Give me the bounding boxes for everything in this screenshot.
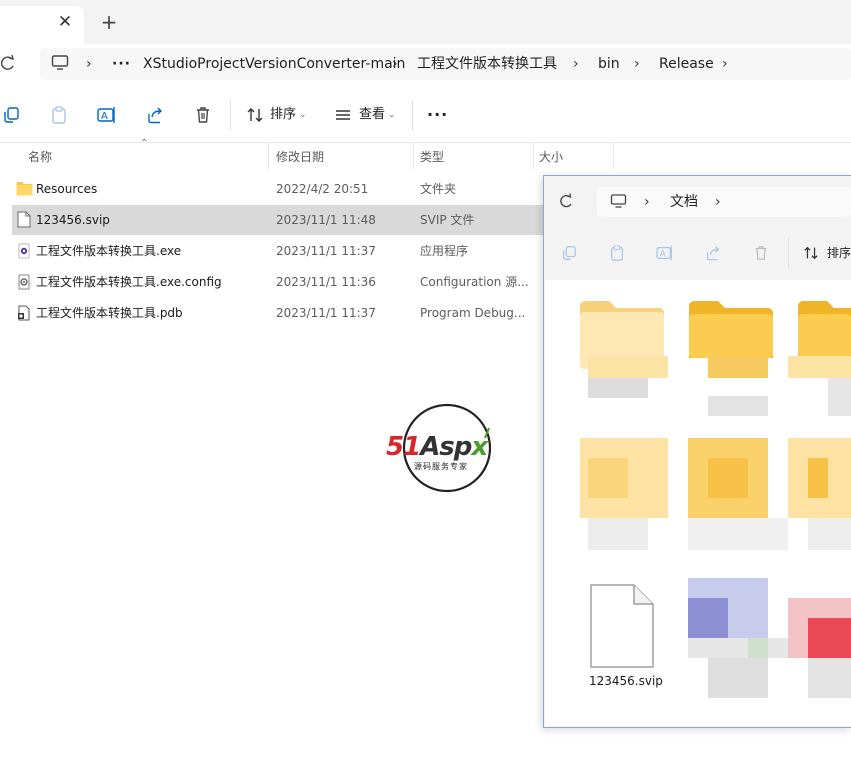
win2-delete-icon[interactable] [753, 245, 769, 265]
blurred-folder-tile [588, 458, 628, 498]
rename-icon[interactable]: A [96, 104, 118, 126]
breadcrumb-bin[interactable]: bin [598, 48, 620, 80]
win2-sort-button[interactable]: 排序 [827, 243, 851, 263]
blurred-label [588, 378, 648, 398]
file-type: 应用程序 [420, 244, 469, 258]
breadcrumb-tool-folder[interactable]: 工程文件版本转换工具 [417, 48, 557, 80]
delete-icon[interactable] [192, 104, 214, 126]
blurred-folder-tile [708, 458, 748, 498]
folder-icon[interactable] [797, 300, 851, 364]
file-type: SVIP 文件 [420, 213, 475, 227]
file-icon[interactable] [590, 584, 654, 672]
view-icon[interactable] [332, 104, 354, 126]
blurred-thumbnail [588, 356, 668, 378]
more-options-button[interactable]: ··· [427, 104, 448, 126]
sort-button[interactable]: 排序 [270, 104, 296, 126]
paste-icon[interactable] [48, 104, 70, 126]
blurred-label [708, 658, 768, 698]
file-type: Program Debug... [420, 306, 526, 320]
breadcrumb-separator[interactable]: › [86, 48, 92, 80]
view-chevron-down-icon[interactable]: ⌄ [388, 104, 396, 126]
watermark-brand: 51Aspx [386, 432, 488, 462]
blurred-label [688, 638, 788, 658]
blurred-image-tile [808, 618, 851, 658]
breadcrumb-separator[interactable]: › [634, 48, 640, 80]
win2-sort-icon[interactable] [803, 245, 819, 265]
breadcrumb-project[interactable]: XStudioProjectVersionConverter-main [143, 48, 405, 80]
new-tab-icon[interactable]: + [99, 12, 119, 32]
svg-text:A: A [660, 250, 666, 260]
file-name[interactable]: 工程文件版本转换工具.exe [36, 236, 181, 266]
column-divider[interactable] [533, 143, 534, 169]
toolbar-divider [230, 100, 231, 130]
win2-file-name[interactable]: 123456.svip [589, 674, 663, 688]
win2-breadcrumb-documents[interactable]: 文档 [670, 186, 698, 218]
file-name[interactable]: 工程文件版本转换工具.exe.config [36, 267, 222, 297]
this-pc-icon[interactable] [51, 55, 69, 75]
breadcrumb-separator[interactable]: › [392, 48, 398, 80]
pdb-icon [17, 305, 31, 325]
watermark-tagline: 源码服务专家 [414, 462, 468, 471]
view-button[interactable]: 查看 [359, 104, 385, 126]
column-header-date[interactable]: 修改日期 [276, 146, 324, 168]
file-name[interactable]: Resources [36, 174, 97, 204]
folder-icon[interactable] [688, 300, 774, 364]
breadcrumb-separator[interactable]: › [644, 186, 650, 218]
file-date: 2022/4/2 20:51 [276, 182, 369, 196]
column-divider[interactable] [413, 143, 414, 169]
app-icon [17, 243, 31, 263]
blurred-label [808, 518, 851, 550]
blurred-thumbnail [708, 356, 768, 378]
copy-icon[interactable] [0, 104, 22, 126]
breadcrumb-separator[interactable]: › [573, 48, 579, 80]
blurred-label [708, 396, 768, 416]
file-name[interactable]: 123456.svip [36, 205, 110, 235]
file-icon [17, 211, 31, 232]
column-divider[interactable] [268, 143, 269, 169]
toolbar-divider [788, 238, 789, 268]
breadcrumb-overflow[interactable]: ··· [112, 48, 131, 80]
share-icon[interactable] [144, 104, 166, 126]
sort-ascending-icon: ⌃ [140, 138, 149, 149]
win2-refresh-icon[interactable] [558, 193, 574, 213]
blurred-label [748, 638, 768, 658]
close-tab-icon[interactable]: ✕ [56, 13, 74, 31]
breadcrumb-separator[interactable]: › [715, 186, 721, 218]
win2-paste-icon[interactable] [609, 245, 625, 265]
breadcrumb-separator[interactable]: › [722, 48, 728, 80]
svg-text:A: A [101, 111, 108, 122]
blurred-label [828, 378, 851, 416]
win2-rename-icon[interactable]: A [656, 245, 674, 265]
file-type: Configuration 源... [420, 275, 529, 289]
sort-icon[interactable] [244, 104, 266, 126]
file-date: 2023/11/1 11:36 [276, 275, 376, 289]
blurred-label [808, 658, 851, 698]
file-type: 文件夹 [420, 182, 457, 196]
toolbar-divider [412, 100, 413, 130]
win2-share-icon[interactable] [705, 245, 721, 265]
sort-chevron-down-icon[interactable]: ⌄ [299, 104, 307, 126]
file-date: 2023/11/1 11:37 [276, 244, 376, 258]
column-header-size[interactable]: 大小 [539, 146, 563, 168]
folder-icon [16, 181, 33, 200]
win2-this-pc-icon[interactable] [610, 194, 627, 213]
blurred-folder-tile [808, 458, 828, 498]
column-header-name[interactable]: 名称 [28, 146, 52, 168]
blurred-label [588, 518, 648, 550]
win2-address-bar[interactable] [597, 187, 851, 217]
file-date: 2023/11/1 11:37 [276, 306, 376, 320]
refresh-icon[interactable] [0, 54, 18, 72]
blurred-image-tile [688, 598, 728, 638]
win2-copy-icon[interactable] [561, 245, 577, 265]
breadcrumb-release[interactable]: Release [659, 48, 714, 80]
file-date: 2023/11/1 11:48 [276, 213, 376, 227]
blurred-label [688, 518, 788, 550]
tab-strip [0, 0, 851, 44]
column-divider[interactable] [613, 143, 614, 169]
column-header-type[interactable]: 类型 [420, 146, 444, 168]
config-icon [17, 274, 31, 294]
command-bar [0, 88, 851, 143]
file-name[interactable]: 工程文件版本转换工具.pdb [36, 298, 183, 328]
blurred-thumbnail [788, 356, 851, 378]
